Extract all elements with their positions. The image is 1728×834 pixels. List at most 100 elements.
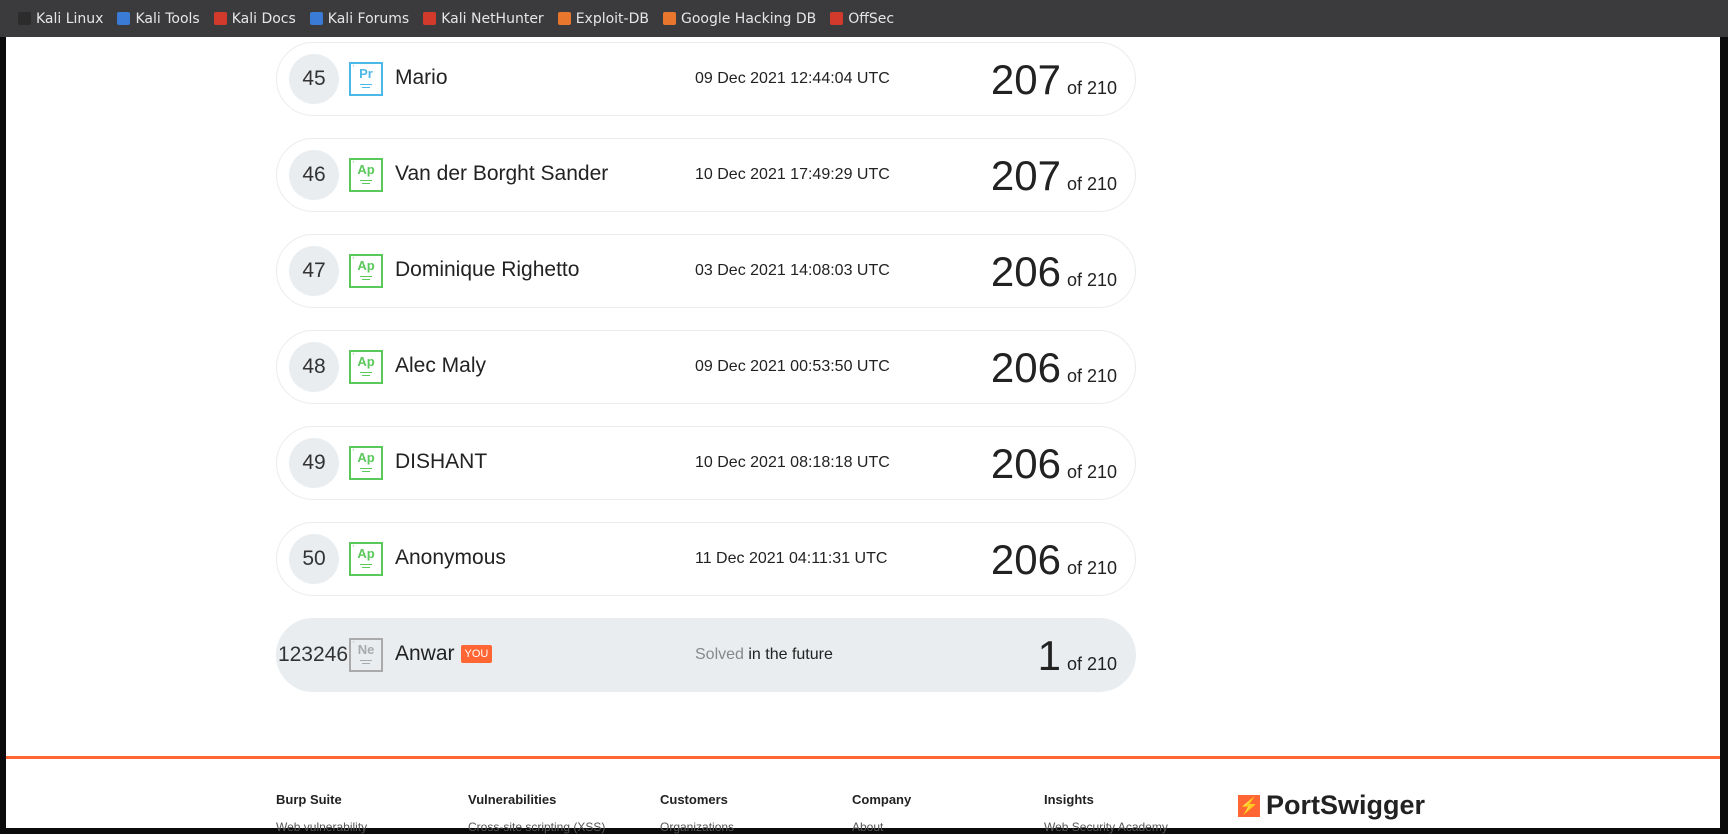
rank-number: 46: [289, 150, 339, 200]
bookmark-kali-nethunter[interactable]: Kali NetHunter: [423, 10, 544, 27]
bookmarks-toolbar: Kali Linux Kali Tools Kali Docs Kali Forums…: [0, 0, 1728, 37]
badge-symbol: Ap: [357, 162, 375, 177]
score-value: 206: [990, 248, 1061, 295]
level-badge: ' Ap: [349, 446, 383, 480]
solved-date: 09 Dec 2021 00:53:50 UTC: [695, 358, 890, 375]
score-value: 207: [990, 152, 1061, 199]
rank-number: 45: [289, 54, 339, 104]
player-name: Anonymous: [395, 546, 506, 570]
score: 206 of 210: [991, 248, 1117, 296]
bookmark-kali-tools[interactable]: Kali Tools: [117, 10, 200, 27]
player-name-text: Anwar: [395, 642, 455, 665]
logo-text: PortSwigger: [1266, 790, 1426, 820]
footer-link[interactable]: Cross-site scripting (XSS): [468, 820, 605, 834]
bookmark-label: OffSec: [848, 10, 895, 27]
score-value: 206: [990, 536, 1061, 583]
ghdb-icon: [662, 12, 676, 25]
score-value: 1: [1037, 632, 1061, 679]
footer-divider: [6, 756, 1720, 759]
score: 206 of 210: [991, 344, 1117, 392]
score: 207 of 210: [991, 152, 1117, 200]
level-badge: ' Ap: [349, 158, 383, 192]
bookmark-kali-forums[interactable]: Kali Forums: [309, 10, 410, 27]
player-name: Mario: [395, 66, 448, 90]
bookmark-offsec[interactable]: OffSec: [830, 11, 894, 27]
solved-date: 10 Dec 2021 08:18:18 UTC: [695, 454, 890, 471]
badge-symbol: Ap: [357, 450, 375, 465]
player-name: Anwar YOU: [395, 642, 493, 666]
score: 1 of 210: [1038, 632, 1117, 680]
footer-column-title[interactable]: Company: [852, 792, 911, 807]
leaderboard-row: 48 ' Ap Alec Maly 09 Dec 2021 00:53:50 UTC 20…: [276, 330, 1136, 404]
bookmark-google-hacking-db[interactable]: Google Hacking DB: [662, 10, 817, 27]
bookmark-kali-linux[interactable]: Kali Linux: [18, 11, 103, 27]
score-value: 206: [990, 440, 1061, 487]
player-name-text: Anonymous: [395, 546, 506, 569]
portswigger-logo[interactable]: ⚡ PortSwigger: [1238, 790, 1425, 821]
bookmark-label: Kali Tools: [135, 10, 200, 27]
bookmark-label: Kali NetHunter: [441, 10, 544, 27]
leaderboard-row: 46 ' Ap Van der Borght Sander 10 Dec 2021 17…: [276, 138, 1136, 212]
footer-link[interactable]: About: [852, 820, 883, 834]
level-badge: ' Ne: [349, 638, 383, 672]
score-total: of 210: [1066, 366, 1117, 386]
player-name-text: Van der Borght Sander: [395, 162, 609, 185]
footer-link[interactable]: Web Security Academy: [1044, 820, 1168, 834]
score: 206 of 210: [991, 536, 1117, 584]
solved-date: Solved in the future: [695, 646, 833, 664]
rank-number: 47: [289, 246, 339, 296]
score-value: 206: [990, 344, 1061, 391]
bookmark-label: Kali Linux: [36, 10, 104, 27]
footer-link[interactable]: Web vulnerability: [276, 820, 367, 834]
badge-symbol: Ap: [357, 258, 375, 273]
score-total: of 210: [1066, 270, 1117, 290]
bookmark-label: Kali Forums: [327, 10, 410, 27]
you-badge: YOU: [460, 645, 493, 663]
footer-link[interactable]: Organizations: [660, 820, 734, 834]
footer-column-title[interactable]: Customers: [660, 792, 728, 807]
exploit-db-icon: [557, 12, 571, 25]
kali-dragon-icon: [18, 12, 31, 25]
player-name-text: Mario: [395, 66, 448, 89]
player-name-text: DISHANT: [395, 450, 488, 473]
rank-number: 49: [289, 438, 339, 488]
solved-date: 10 Dec 2021 17:49:29 UTC: [695, 166, 890, 183]
page-content: ⚡ PortSwigger 45 ' Pr Mario 09 Dec 2021 12:4…: [6, 37, 1720, 834]
badge-symbol: Ap: [357, 354, 375, 369]
badge-symbol: Ne: [357, 642, 375, 657]
score-value: 207: [990, 56, 1061, 103]
score-total: of 210: [1066, 654, 1117, 674]
leaderboard-row-you: 123246 ' Ne Anwar YOU Solved in the future 1 of…: [276, 618, 1136, 692]
bookmark-exploit-db[interactable]: Exploit-DB: [557, 11, 649, 27]
kali-docs-icon: [213, 12, 227, 25]
level-badge: ' Ap: [349, 350, 383, 384]
kali-nethunter-icon: [423, 12, 437, 25]
bookmark-kali-docs[interactable]: Kali Docs: [213, 10, 296, 27]
solved-date: 11 Dec 2021 04:11:31 UTC: [695, 550, 888, 567]
footer-column-title[interactable]: Burp Suite: [276, 792, 342, 807]
bookmark-label: Google Hacking DB: [680, 10, 817, 27]
player-name: DISHANT: [395, 450, 487, 474]
player-name-text: Alec Maly: [395, 354, 487, 377]
kali-tools-icon: [117, 12, 131, 25]
bookmark-label: Kali Docs: [231, 10, 296, 27]
score: 207 of 210: [991, 56, 1117, 104]
badge-symbol: Pr: [359, 66, 373, 81]
solved-date: 09 Dec 2021 12:44:04 UTC: [695, 70, 890, 87]
badge-symbol: Ap: [357, 546, 375, 561]
player-name: Alec Maly: [395, 354, 486, 378]
footer-column-title[interactable]: Insights: [1044, 792, 1094, 807]
solved-date: 03 Dec 2021 14:08:03 UTC: [695, 262, 890, 279]
player-name-text: Dominique Righetto: [395, 258, 580, 281]
score-total: of 210: [1066, 174, 1117, 194]
player-name: Dominique Righetto: [395, 258, 579, 282]
leaderboard-row: 49 ' Ap DISHANT 10 Dec 2021 08:18:18 UTC 206 o…: [276, 426, 1136, 500]
score: 206 of 210: [991, 440, 1117, 488]
footer-column-title[interactable]: Vulnerabilities: [468, 792, 556, 807]
leaderboard-row: 45 ' Pr Mario 09 Dec 2021 12:44:04 UTC 207 of …: [276, 42, 1136, 116]
score-total: of 210: [1066, 558, 1117, 578]
kali-forums-icon: [309, 12, 323, 25]
player-name: Van der Borght Sander: [395, 162, 608, 186]
leaderboard-row: 50 ' Ap Anonymous 11 Dec 2021 04:11:31 UTC 20…: [276, 522, 1136, 596]
score-total: of 210: [1066, 462, 1117, 482]
